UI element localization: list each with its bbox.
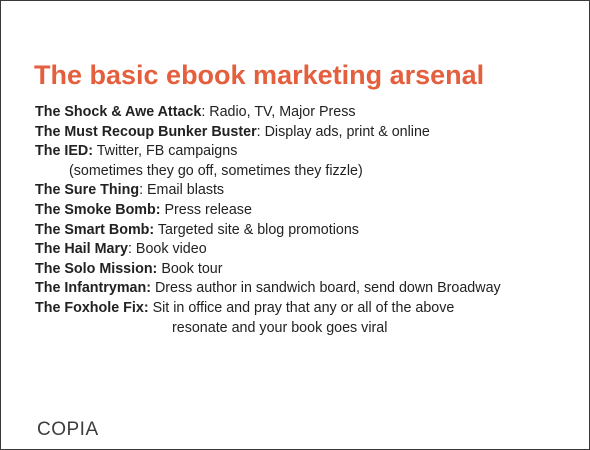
list-item: The Solo Mission: Book tour bbox=[35, 260, 501, 280]
list-item: The IED: Twitter, FB campaigns bbox=[35, 142, 501, 162]
slide: The basic ebook marketing arsenal The Sh… bbox=[0, 0, 590, 450]
list-item: The Must Recoup Bunker Buster: Display a… bbox=[35, 123, 501, 143]
item-term: The Hail Mary bbox=[35, 241, 128, 258]
list-item: The Foxhole Fix: Sit in office and pray … bbox=[35, 299, 501, 319]
item-description: Press release bbox=[164, 201, 252, 218]
item-term: The IED: bbox=[35, 143, 93, 160]
item-description: Display ads, print & online bbox=[264, 123, 430, 140]
item-term: The Sure Thing bbox=[35, 182, 140, 199]
arsenal-list: The Shock & Awe Attack: Radio, TV, Major… bbox=[35, 103, 501, 338]
item-continuation: resonate and your book goes viral bbox=[172, 319, 388, 336]
list-item: The Infantryman: Dress author in sandwic… bbox=[35, 279, 501, 299]
item-term: The Solo Mission: bbox=[35, 260, 158, 277]
item-separator: : bbox=[256, 123, 265, 140]
item-description: Book tour bbox=[161, 260, 223, 277]
list-item: The Smoke Bomb: Press release bbox=[35, 201, 501, 221]
item-description: Radio, TV, Major Press bbox=[209, 104, 356, 120]
list-item: The Shock & Awe Attack: Radio, TV, Major… bbox=[35, 103, 501, 123]
item-term: The Infantryman: bbox=[35, 280, 151, 297]
item-term: The Must Recoup Bunker Buster bbox=[35, 123, 257, 140]
list-item: The Hail Mary: Book video bbox=[35, 240, 501, 260]
item-description: Twitter, FB campaigns bbox=[96, 143, 238, 160]
item-description: Sit in office and pray that any or all o… bbox=[152, 299, 455, 316]
slide-title: The basic ebook marketing arsenal bbox=[34, 60, 485, 90]
item-separator: : bbox=[139, 182, 148, 199]
copia-logo: COPIA bbox=[37, 419, 99, 440]
item-term: The Smart Bomb: bbox=[35, 221, 155, 238]
item-description: Dress author in sandwich board, send dow… bbox=[154, 280, 501, 297]
item-term: The Foxhole Fix: bbox=[35, 299, 149, 316]
item-term: The Shock & Awe Attack bbox=[35, 104, 202, 120]
item-description: Book video bbox=[135, 241, 207, 258]
item-separator: : bbox=[127, 241, 136, 258]
list-item: The Smart Bomb: Targeted site & blog pro… bbox=[35, 221, 501, 241]
item-description: Email blasts bbox=[147, 182, 225, 199]
item-description: Targeted site & blog promotions bbox=[157, 221, 359, 238]
item-note: (sometimes they go off, sometimes they f… bbox=[69, 162, 363, 179]
list-item: The Sure Thing: Email blasts bbox=[35, 181, 501, 201]
item-term: The Smoke Bomb: bbox=[35, 201, 161, 218]
